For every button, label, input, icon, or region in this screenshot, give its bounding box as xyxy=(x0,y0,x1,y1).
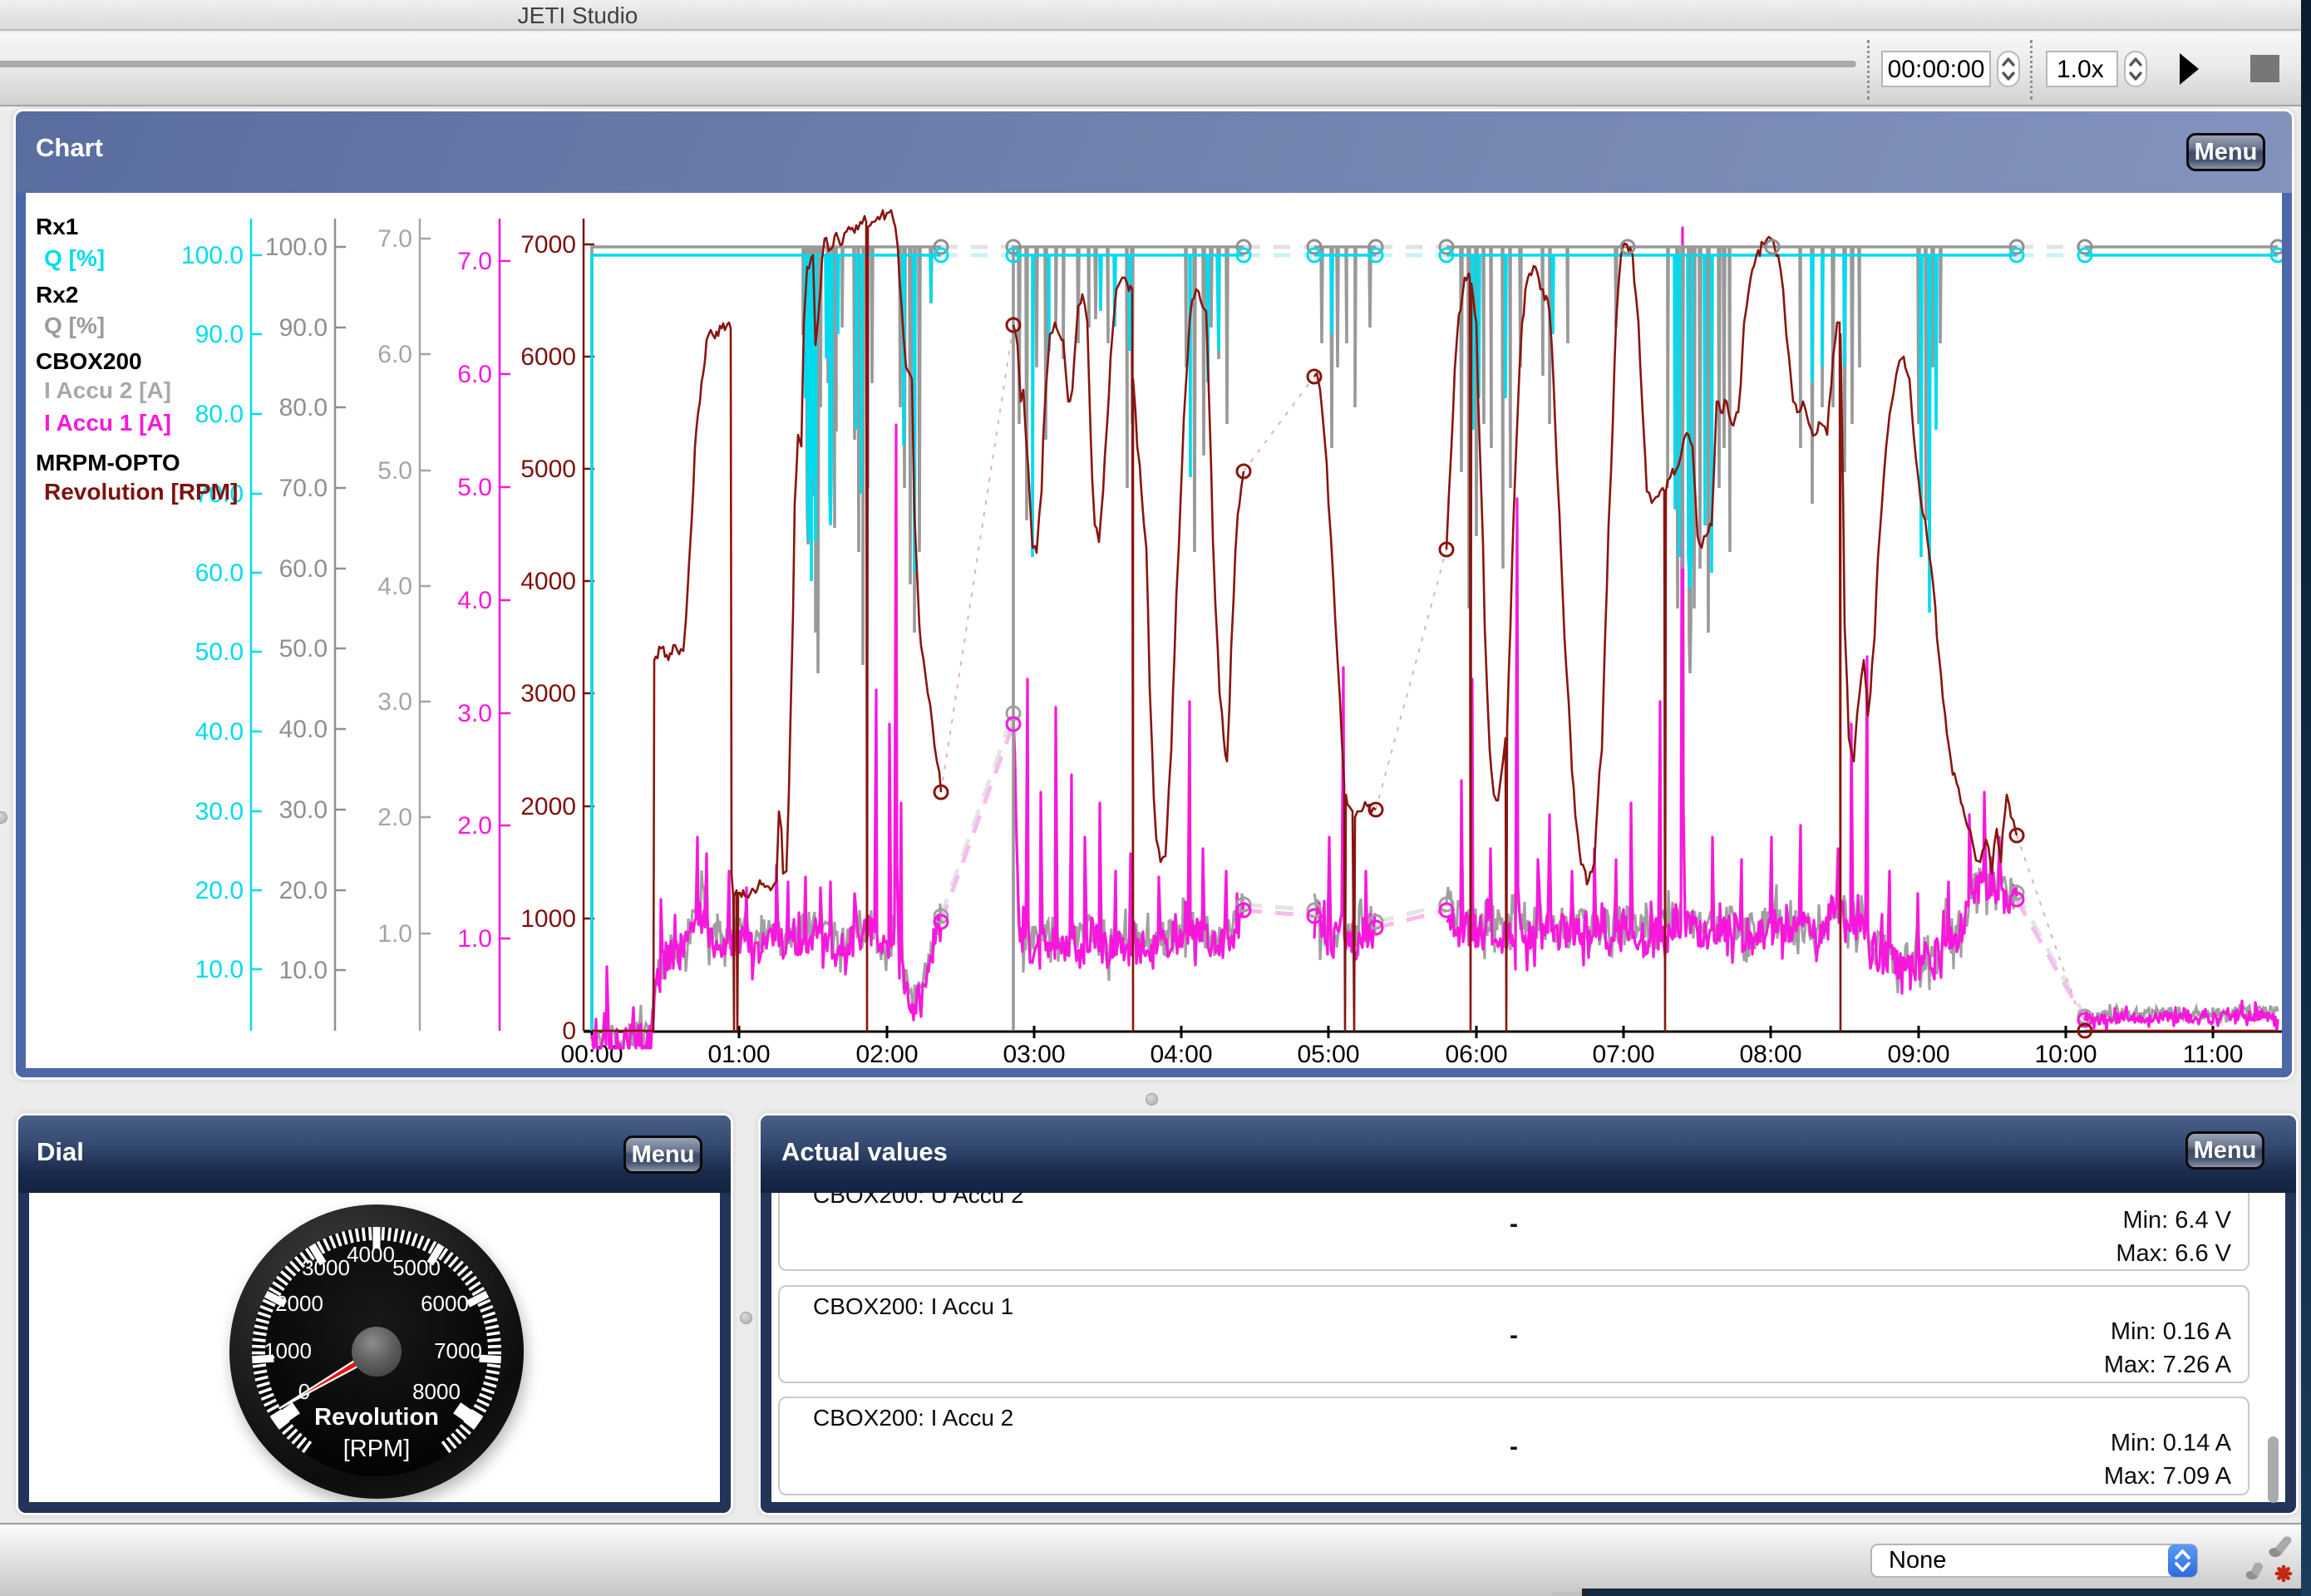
svg-text:3.0: 3.0 xyxy=(377,688,412,716)
svg-text:30.0: 30.0 xyxy=(195,798,244,825)
svg-text:8000: 8000 xyxy=(412,1379,461,1404)
svg-text:I Accu 2 [A]: I Accu 2 [A] xyxy=(44,377,171,403)
svg-text:3.0: 3.0 xyxy=(457,700,492,727)
svg-text:60.0: 60.0 xyxy=(279,555,328,583)
svg-text:20.0: 20.0 xyxy=(195,877,244,904)
svg-text:5000: 5000 xyxy=(520,456,576,483)
svg-text:100.0: 100.0 xyxy=(181,242,244,269)
svg-text:03:00: 03:00 xyxy=(1003,1041,1065,1068)
svg-text:5000: 5000 xyxy=(392,1255,441,1280)
svg-text:2.0: 2.0 xyxy=(457,812,492,840)
svg-text:06:00: 06:00 xyxy=(1445,1041,1507,1068)
svg-text:02:00: 02:00 xyxy=(855,1041,918,1068)
svg-text:[RPM]: [RPM] xyxy=(343,1436,411,1462)
svg-text:6000: 6000 xyxy=(421,1291,469,1316)
svg-text:7000: 7000 xyxy=(434,1338,482,1363)
svg-text:2000: 2000 xyxy=(520,793,576,820)
svg-text:4.0: 4.0 xyxy=(457,587,492,614)
svg-text:40.0: 40.0 xyxy=(195,718,244,746)
svg-text:07:00: 07:00 xyxy=(1592,1041,1654,1068)
svg-text:MRPM-OPTO: MRPM-OPTO xyxy=(36,450,180,475)
svg-text:20.0: 20.0 xyxy=(279,877,328,904)
svg-text:05:00: 05:00 xyxy=(1297,1041,1359,1068)
svg-text:Revolution: Revolution xyxy=(314,1404,439,1431)
svg-text:2.0: 2.0 xyxy=(377,804,412,831)
svg-text:80.0: 80.0 xyxy=(279,394,328,421)
svg-text:3000: 3000 xyxy=(302,1255,350,1280)
svg-text:04:00: 04:00 xyxy=(1150,1041,1212,1068)
svg-text:5.0: 5.0 xyxy=(457,474,492,501)
svg-text:08:00: 08:00 xyxy=(1739,1041,1801,1068)
svg-text:1.0: 1.0 xyxy=(457,925,492,953)
svg-text:I Accu 1 [A]: I Accu 1 [A] xyxy=(44,410,171,436)
svg-text:7.0: 7.0 xyxy=(457,248,492,275)
svg-text:60.0: 60.0 xyxy=(195,559,244,587)
svg-text:Rx2: Rx2 xyxy=(36,282,78,308)
svg-text:6.0: 6.0 xyxy=(377,341,412,368)
svg-text:6.0: 6.0 xyxy=(457,361,492,388)
svg-text:30.0: 30.0 xyxy=(279,796,328,824)
svg-text:90.0: 90.0 xyxy=(279,314,328,342)
svg-text:1000: 1000 xyxy=(520,905,576,933)
svg-text:50.0: 50.0 xyxy=(195,638,244,666)
svg-text:7.0: 7.0 xyxy=(377,225,412,253)
svg-text:Q [%]: Q [%] xyxy=(44,313,105,338)
svg-text:2000: 2000 xyxy=(275,1291,323,1316)
svg-text:80.0: 80.0 xyxy=(195,401,244,428)
svg-text:4000: 4000 xyxy=(520,568,576,595)
svg-text:90.0: 90.0 xyxy=(195,321,244,348)
svg-text:CBOX200: CBOX200 xyxy=(36,348,142,374)
svg-text:09:00: 09:00 xyxy=(1887,1041,1949,1068)
svg-text:10.0: 10.0 xyxy=(195,956,244,983)
svg-text:Rx1: Rx1 xyxy=(36,214,78,239)
svg-text:1.0: 1.0 xyxy=(377,920,412,948)
svg-text:50.0: 50.0 xyxy=(279,635,328,663)
svg-text:10:00: 10:00 xyxy=(2034,1041,2097,1068)
svg-text:70.0: 70.0 xyxy=(279,475,328,502)
svg-text:1000: 1000 xyxy=(264,1338,312,1363)
svg-text:3000: 3000 xyxy=(520,680,576,707)
svg-text:11:00: 11:00 xyxy=(2183,1041,2244,1068)
svg-text:7000: 7000 xyxy=(520,231,576,259)
svg-text:4000: 4000 xyxy=(347,1242,395,1267)
svg-text:Q [%]: Q [%] xyxy=(44,245,105,271)
svg-text:6000: 6000 xyxy=(520,343,576,371)
svg-text:5.0: 5.0 xyxy=(377,457,412,485)
svg-text:01:00: 01:00 xyxy=(707,1041,770,1068)
svg-text:Revolution [RPM]: Revolution [RPM] xyxy=(44,479,238,505)
svg-text:40.0: 40.0 xyxy=(279,716,328,743)
svg-text:10.0: 10.0 xyxy=(279,957,328,984)
svg-text:100.0: 100.0 xyxy=(265,234,328,261)
svg-text:4.0: 4.0 xyxy=(377,573,412,600)
